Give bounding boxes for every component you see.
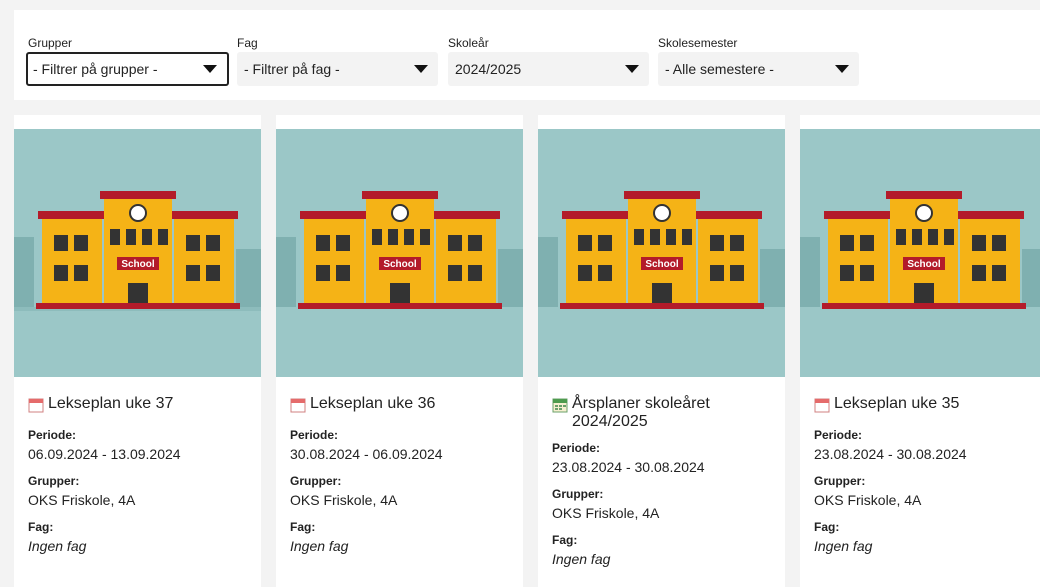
grupper-value: OKS Friskole, 4A [290,492,398,508]
chevron-down-icon [203,65,217,73]
grupper-value: OKS Friskole, 4A [552,505,660,521]
fag-value: Ingen fag [28,538,87,554]
chevron-down-icon [625,65,639,73]
plan-card[interactable]: School Lekseplan uke 35 Periode: 23.08.2… [800,115,1040,587]
school-building-illustration: School [14,129,261,377]
school-image: School [800,129,1040,377]
periode-value: 23.08.2024 - 30.08.2024 [552,459,705,475]
card-title[interactable]: Årsplaner skoleåret 2024/2025 [552,395,777,431]
card-title-text: Lekseplan uke 35 [834,395,960,412]
periode-value: 06.09.2024 - 13.09.2024 [28,446,181,462]
card-title-text: Lekseplan uke 36 [310,395,436,412]
chevron-down-icon [414,65,428,73]
card-body: Lekseplan uke 36 Periode: 30.08.2024 - 0… [290,395,515,556]
calendar-icon [290,397,306,418]
school-sign: School [121,259,155,270]
filter-skolear: Skoleår [448,36,489,50]
fag-select[interactable]: - Filtrer på fag - [237,52,438,86]
filter-skolesemester-label: Skolesemester [658,36,738,50]
grupper-select-value: - Filtrer på grupper - [33,61,158,77]
card-body: Lekseplan uke 37 Periode: 06.09.2024 - 1… [28,395,253,556]
filter-bar: Grupper - Filtrer på grupper - Fag - Fil… [14,10,1040,100]
fag-label: Fag: [552,533,578,547]
grupper-label: Grupper: [814,474,866,488]
grupper-label: Grupper: [28,474,80,488]
calendar-icon [28,397,44,418]
card-body: Årsplaner skoleåret 2024/2025 Periode: 2… [552,395,777,569]
filter-grupper: Grupper [28,36,72,50]
card-body: Lekseplan uke 35 Periode: 23.08.2024 - 3… [814,395,1032,556]
grupper-label: Grupper: [552,487,604,501]
calendar-icon [814,397,830,418]
fag-label: Fag: [290,520,316,534]
calendar-grid-icon [552,397,568,418]
school-building-illustration: School [538,129,785,377]
periode-value: 30.08.2024 - 06.09.2024 [290,446,443,462]
skolesemester-select[interactable]: - Alle semestere - [658,52,859,86]
card-title-text: Årsplaner skoleåret 2024/2025 [572,395,710,430]
filter-fag: Fag [237,36,258,50]
fag-value: Ingen fag [290,538,349,554]
fag-select-value: - Filtrer på fag - [244,61,340,77]
card-title[interactable]: Lekseplan uke 37 [28,395,253,418]
filter-grupper-label: Grupper [28,36,73,50]
plan-card[interactable]: School Årsplaner skoleåret 2024/2025 Per… [538,115,785,587]
periode-value: 23.08.2024 - 30.08.2024 [814,446,967,462]
school-building-illustration: School [276,129,523,377]
skolesemester-select-value: - Alle semestere - [665,61,774,77]
grupper-value: OKS Friskole, 4A [28,492,136,508]
school-sign: School [907,259,941,270]
skolear-select[interactable]: 2024/2025 [448,52,649,86]
school-image: School [538,129,785,377]
periode-label: Periode: [28,428,77,442]
filter-skolesemester: Skolesemester [658,36,737,50]
plan-card[interactable]: School Lekseplan uke 36 Periode: 30.08.2… [276,115,523,587]
school-sign: School [383,259,417,270]
card-title[interactable]: Lekseplan uke 35 [814,395,1032,418]
grupper-value: OKS Friskole, 4A [814,492,922,508]
filter-skolear-label: Skoleår [448,36,489,50]
chevron-down-icon [835,65,849,73]
card-title[interactable]: Lekseplan uke 36 [290,395,515,418]
fag-label: Fag: [28,520,54,534]
school-sign: School [645,259,679,270]
periode-label: Periode: [814,428,863,442]
grupper-select[interactable]: - Filtrer på grupper - [26,52,229,86]
grupper-label: Grupper: [290,474,342,488]
fag-value: Ingen fag [552,551,611,567]
fag-label: Fag: [814,520,840,534]
periode-label: Periode: [552,441,601,455]
skolear-select-value: 2024/2025 [455,61,522,77]
fag-value: Ingen fag [814,538,873,554]
periode-label: Periode: [290,428,339,442]
card-title-text: Lekseplan uke 37 [48,395,174,412]
school-building-illustration: School [800,129,1040,377]
filter-fag-label: Fag [237,36,258,50]
plan-card[interactable]: School Lekseplan uke 37 Periode: 06.09.2… [14,115,261,587]
school-image: School [14,129,261,377]
school-image: School [276,129,523,377]
